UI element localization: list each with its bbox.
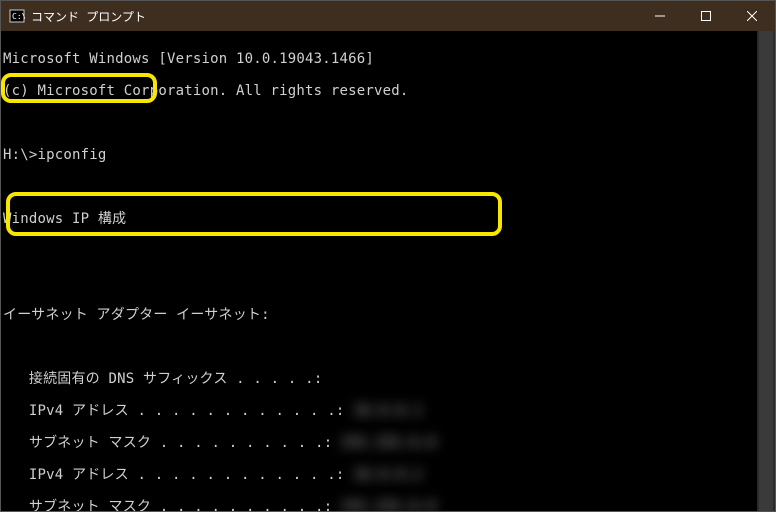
redacted-value: 255.255.0.0	[341, 499, 436, 511]
close-button[interactable]	[729, 1, 775, 31]
redacted-value: 255.255.0.0	[341, 435, 436, 451]
prompt-line: H:\>ipconfig	[3, 147, 757, 163]
window-title: コマンド プロンプト	[31, 8, 637, 25]
maximize-icon	[701, 11, 711, 21]
titlebar[interactable]: C:\ コマンド プロンプト	[1, 1, 775, 31]
minimize-button[interactable]	[637, 1, 683, 31]
field-label: サブネット マスク . . . . . . . . . .:	[3, 435, 332, 451]
output-line	[3, 243, 757, 259]
close-icon	[747, 11, 757, 21]
maximize-button[interactable]	[683, 1, 729, 31]
output-line	[3, 275, 757, 291]
output-line: IPv4 アドレス . . . . . . . . . . . .: 10.0.…	[3, 403, 757, 419]
window-controls	[637, 1, 775, 31]
vertical-scrollbar[interactable]	[757, 31, 775, 511]
output-line: 接続固有の DNS サフィックス . . . . .:	[3, 371, 757, 387]
output-line: サブネット マスク . . . . . . . . . .: 255.255.0…	[3, 499, 757, 511]
scrollbar-thumb[interactable]	[759, 31, 773, 511]
field-label: 接続固有の DNS サフィックス . . . . .:	[3, 371, 322, 387]
minimize-icon	[655, 11, 665, 21]
output-line: IPv4 アドレス . . . . . . . . . . . .: 10.0.…	[3, 467, 757, 483]
output-line	[3, 339, 757, 355]
field-label: IPv4 アドレス . . . . . . . . . . . .:	[3, 403, 345, 419]
output-line: (c) Microsoft Corporation. All rights re…	[3, 83, 757, 99]
redacted-value: 10.0.0.2	[353, 467, 422, 483]
output-line: イーサネット アダプター イーサネット:	[3, 307, 757, 323]
terminal-output[interactable]: Microsoft Windows [Version 10.0.19043.14…	[1, 31, 757, 511]
client-area: Microsoft Windows [Version 10.0.19043.14…	[1, 31, 775, 511]
output-line	[3, 115, 757, 131]
output-line	[3, 179, 757, 195]
cmd-icon: C:\	[9, 8, 25, 24]
output-line: サブネット マスク . . . . . . . . . .: 255.255.0…	[3, 435, 757, 451]
field-label: IPv4 アドレス . . . . . . . . . . . .:	[3, 467, 345, 483]
output-line: Microsoft Windows [Version 10.0.19043.14…	[3, 51, 757, 67]
svg-text:C:\: C:\	[12, 12, 25, 21]
window-frame: C:\ コマンド プロンプト Microsoft Windows [Versio…	[0, 0, 776, 512]
field-label: サブネット マスク . . . . . . . . . .:	[3, 499, 332, 511]
redacted-value: 10.0.0.1	[353, 403, 422, 419]
output-line: Windows IP 構成	[3, 211, 757, 227]
